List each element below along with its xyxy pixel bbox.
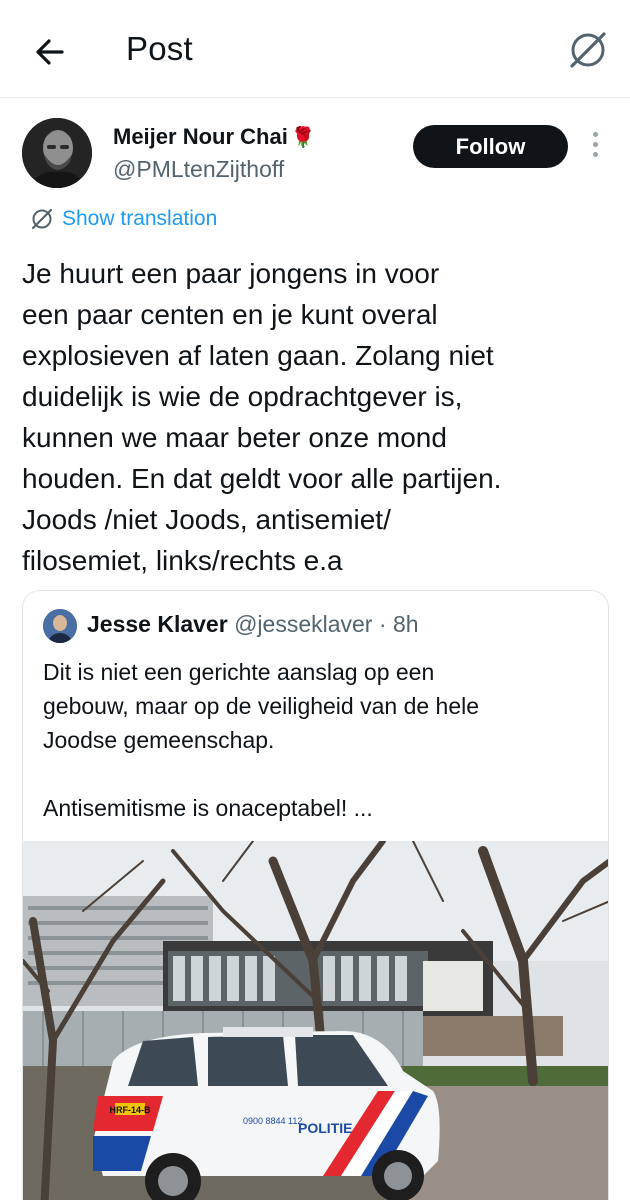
license-plate-text: HRF-14-B — [109, 1105, 151, 1115]
quoted-separator: · — [372, 611, 393, 637]
translate-label: Show translation — [62, 207, 218, 230]
follow-button[interactable]: Follow — [413, 125, 568, 168]
quoted-image[interactable]: HRF-14-B 0900 8844 112 POLITIE — [23, 841, 609, 1200]
post-text: Je huurt een paar jongens in voor een pa… — [22, 258, 502, 576]
arrow-left-icon[interactable] — [30, 32, 70, 72]
police-text: POLITIE — [298, 1120, 352, 1136]
author-name[interactable]: Meijer Nour Chai 🌹 — [113, 124, 316, 150]
quoted-author-name: Jesse Klaver — [87, 611, 228, 637]
author-handle[interactable]: @PMLtenZijthoff — [113, 156, 284, 183]
grok-icon[interactable] — [566, 30, 610, 70]
page-title: Post — [126, 30, 193, 67]
quoted-post[interactable]: Jesse Klaver @jesseklaver · 8h Dit is ni… — [22, 590, 609, 1200]
police-car: HRF-14-B 0900 8844 112 POLITIE — [93, 1027, 440, 1200]
more-options-icon[interactable] — [585, 132, 605, 162]
quoted-author-handle: @jesseklaver — [234, 611, 373, 637]
rose-emoji: 🌹 — [290, 127, 316, 149]
author-avatar[interactable] — [22, 118, 92, 188]
quoted-author-avatar — [43, 609, 77, 643]
emergency-number-text: 0900 8844 112 — [243, 1116, 302, 1126]
quoted-header: Jesse Klaver @jesseklaver · 8h — [87, 611, 419, 638]
show-translation-link[interactable]: Show translation — [30, 205, 217, 233]
quoted-text: Dit is niet een gerichte aanslag op een … — [43, 659, 480, 821]
grok-translate-icon — [31, 208, 53, 230]
quoted-time: 8h — [392, 611, 419, 637]
top-bar: Post — [0, 0, 630, 98]
